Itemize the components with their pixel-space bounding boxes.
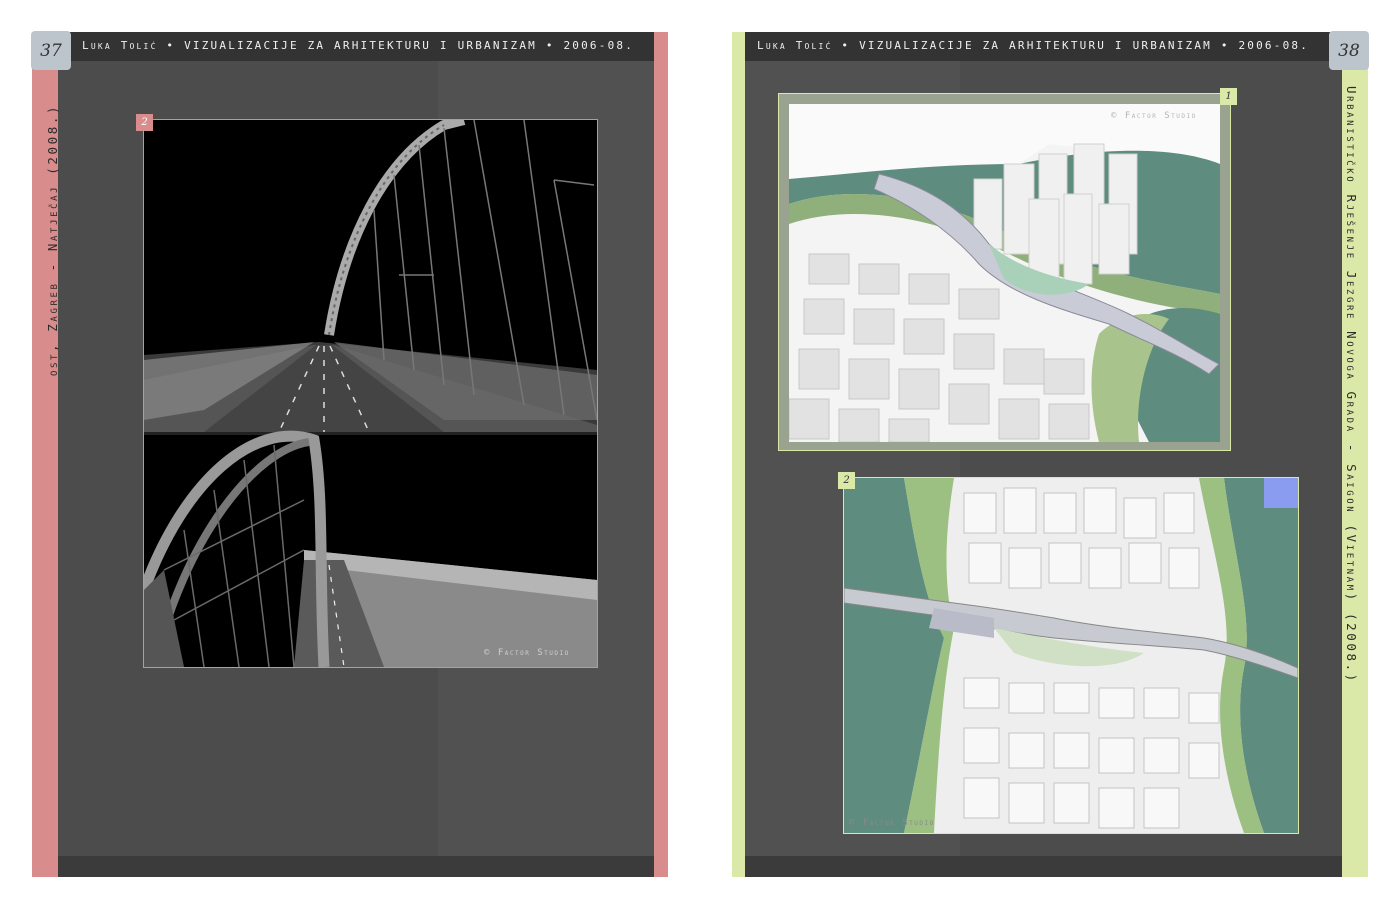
- header-years: 2006-08.: [563, 39, 635, 52]
- right-footer-bar: [745, 856, 1342, 877]
- figure1-badge: 1: [1220, 88, 1237, 105]
- right-running-header: Luka Tolić • VIZUALIZACIJE ZA ARHITEKTUR…: [757, 39, 1309, 52]
- left-side-title: ost, Zagreb - Natječaj (2008.): [45, 103, 60, 376]
- bridge-render-image: [144, 120, 597, 667]
- left-figure-copyright: © Factor Studio: [484, 648, 570, 658]
- bridge-render-figure: © Factor Studio: [143, 119, 598, 668]
- urban-plan-render-1: © Factor Studio: [778, 93, 1231, 451]
- header-separator: •: [545, 39, 555, 52]
- right-edge-strip: [732, 32, 745, 877]
- header-title: VIZUALIZACIJE ZA ARHITEKTURU I URBANIZAM: [184, 39, 537, 52]
- header-years: 2006-08.: [1238, 39, 1310, 52]
- left-running-header: Luka Tolić • VIZUALIZACIJE ZA ARHITEKTUR…: [82, 39, 634, 52]
- header-separator: •: [1220, 39, 1230, 52]
- header-author: Luka Tolić: [757, 39, 833, 52]
- header-title: VIZUALIZACIJE ZA ARHITEKTURU I URBANIZAM: [859, 39, 1212, 52]
- header-separator: •: [166, 39, 176, 52]
- figure2-copyright: © Factor Studio: [849, 818, 935, 828]
- left-footer-bar: [58, 856, 654, 877]
- figure2-badge: 2: [838, 472, 855, 489]
- header-author: Luka Tolić: [82, 39, 158, 52]
- left-figure-badge: 2: [136, 114, 153, 131]
- figure1-copyright: © Factor Studio: [1111, 111, 1197, 121]
- urban-plan-render-2: © Factor Studio: [843, 477, 1299, 834]
- left-edge-strip: [654, 32, 668, 877]
- header-separator: •: [841, 39, 851, 52]
- urban-plan-image-1: [789, 104, 1220, 442]
- page-number-right: 38: [1329, 31, 1369, 70]
- right-side-title: Urbanističko Rješenje Jezgre Novoga Grad…: [1344, 86, 1359, 684]
- urban-plan-image-2: [844, 478, 1298, 833]
- page-number-left: 37: [31, 31, 71, 70]
